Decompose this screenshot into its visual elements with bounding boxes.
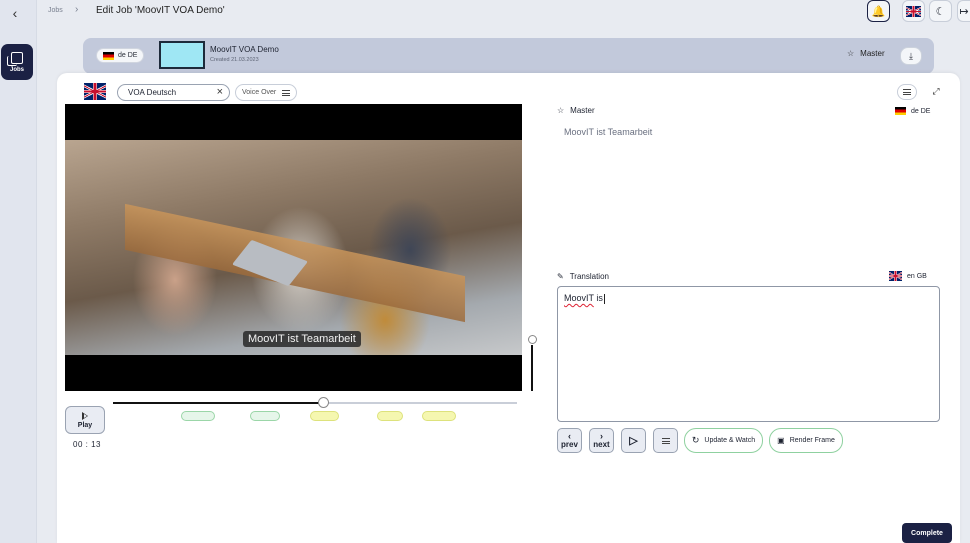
subtitle-segment[interactable] [250, 411, 280, 421]
render-frame-label: Render Frame [789, 437, 835, 444]
target-language-flag-icon [84, 83, 106, 100]
volume-slider-handle[interactable] [528, 335, 537, 344]
german-flag-icon [895, 107, 906, 115]
translation-language-label: en GB [907, 272, 927, 280]
timecode: 00 : 13 [73, 440, 101, 449]
video-subtitle: MoovIT ist Teamarbeit [243, 331, 361, 347]
master-heading: ☆ Master [557, 106, 595, 115]
star-icon: ☆ [847, 49, 855, 58]
next-label: next [593, 440, 610, 449]
text-caret [603, 293, 605, 304]
editor-panel: VOA Deutsch × Voice Over ⤢ MoovIT ist Te… [57, 73, 960, 543]
star-icon: ☆ [557, 106, 565, 115]
update-watch-button[interactable]: ↻ Update & Watch [684, 428, 763, 453]
play-circle-icon: ▷ [629, 435, 638, 447]
left-rail: ‹ Jobs [0, 0, 37, 543]
logout-button[interactable]: ↦ [957, 0, 970, 22]
expand-icon: ⤢ [932, 85, 940, 96]
sidebar-item-label: Jobs [9, 66, 24, 73]
download-button[interactable]: ⤓ [900, 47, 922, 65]
play-segment-button[interactable]: ▷ [621, 428, 646, 453]
translation-input[interactable]: MoovIT is [557, 286, 940, 422]
chevron-right-icon: › [600, 431, 603, 441]
subtitle-segment[interactable] [181, 411, 215, 421]
job-master-toggle[interactable]: ☆ Master [847, 49, 885, 58]
download-icon: ⤓ [909, 50, 913, 61]
dark-mode-button[interactable]: ☾ [929, 0, 952, 22]
menu-icon [903, 89, 911, 95]
subtitle-segment[interactable] [422, 411, 456, 421]
logout-icon: ↦ [959, 5, 969, 18]
next-button[interactable]: › next [589, 428, 614, 453]
play-button[interactable]: Play [65, 406, 105, 434]
voice-over-label: Voice Over [242, 89, 277, 96]
master-text: MoovIT ist Teamarbeit [564, 127, 653, 137]
master-language-label: de DE [911, 107, 931, 115]
job-created-date: Created 21.03.2023 [210, 57, 259, 63]
refresh-icon: ↻ [691, 435, 700, 445]
voice-over-button[interactable]: Voice Over [235, 84, 297, 101]
breadcrumb-separator-icon: › [75, 4, 79, 15]
segment-menu-button[interactable] [653, 428, 678, 453]
play-label: Play [77, 421, 93, 429]
prev-button[interactable]: ‹ prev [557, 428, 582, 453]
german-flag-icon [103, 51, 114, 60]
voa-select-value: VOA Deutsch [128, 88, 177, 97]
clear-icon[interactable]: × [217, 86, 223, 98]
volume-slider-track[interactable] [531, 345, 533, 391]
timeline-track[interactable] [113, 397, 517, 408]
menu-icon [661, 437, 670, 444]
subtitle-segment[interactable] [310, 411, 339, 421]
voa-select[interactable]: VOA Deutsch × [117, 84, 230, 101]
job-language-badge[interactable]: de DE [96, 48, 145, 63]
language-button[interactable] [902, 0, 925, 22]
pencil-icon: ✎ [557, 272, 564, 281]
translation-text-misspelled: MoovIT [564, 293, 594, 303]
video-frame [65, 140, 522, 355]
uk-flag-icon [889, 271, 902, 281]
video-player[interactable]: MoovIT ist Teamarbeit [65, 104, 522, 391]
jobs-icon [7, 51, 23, 66]
uk-flag-icon [906, 5, 921, 17]
complete-button[interactable]: Complete [902, 523, 952, 543]
panel-menu-button[interactable] [897, 84, 917, 100]
chevron-left-icon: ‹ [568, 431, 571, 441]
job-name: MoovIT VOA Demo [210, 45, 279, 54]
job-language-label: de DE [118, 52, 138, 59]
image-icon: ▣ [777, 436, 785, 445]
master-heading-label: Master [570, 106, 595, 115]
job-thumbnail [159, 41, 205, 69]
master-language: de DE [895, 107, 930, 115]
timeline-progress [113, 402, 324, 404]
update-watch-label: Update & Watch [704, 437, 756, 444]
translation-language: en GB [889, 271, 927, 281]
job-summary-bar: de DE MoovIT VOA Demo Created 21.03.2023… [83, 38, 934, 74]
notifications-button[interactable]: 🔔 [867, 0, 890, 22]
translation-heading-label: Translation [569, 272, 609, 281]
bell-icon: 🔔 [871, 5, 886, 18]
translation-text: is [593, 293, 603, 303]
play-icon [82, 411, 88, 420]
menu-icon [282, 89, 291, 96]
translation-heading: ✎ Translation [557, 272, 609, 281]
back-chevron-icon[interactable]: ‹ [6, 4, 24, 22]
render-frame-button[interactable]: ▣ Render Frame [769, 428, 843, 453]
breadcrumb[interactable]: Jobs [48, 7, 63, 14]
prev-label: prev [561, 440, 578, 449]
expand-button[interactable]: ⤢ [929, 84, 943, 98]
subtitle-segment[interactable] [377, 411, 403, 421]
page-title: Edit Job 'MoovIT VOA Demo' [96, 5, 225, 16]
moon-icon: ☾ [935, 5, 946, 18]
timeline-handle[interactable] [318, 397, 330, 408]
sidebar-item-jobs[interactable]: Jobs [1, 44, 33, 80]
job-master-label: Master [860, 49, 885, 58]
